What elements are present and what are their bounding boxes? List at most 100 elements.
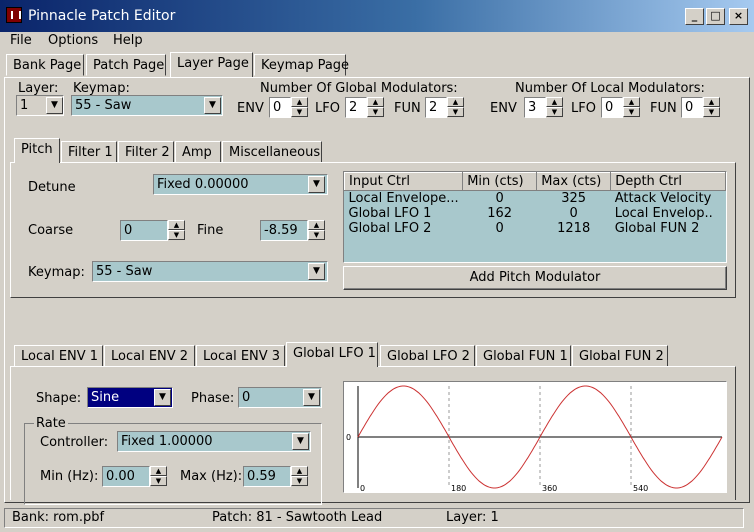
coarse-input[interactable]: 0 <box>120 220 168 241</box>
local-env-input[interactable]: 3 <box>524 97 546 118</box>
add-pitch-modulator-button[interactable]: Add Pitch Modulator <box>343 266 727 290</box>
close-icon[interactable]: × <box>729 8 748 25</box>
y-tick-label: 0 <box>346 433 351 442</box>
local-lfo-input[interactable]: 0 <box>601 97 623 118</box>
tab-global-lfo-2[interactable]: Global LFO 2 <box>380 345 475 367</box>
maximize-icon[interactable]: □ <box>706 8 725 25</box>
rate-group-label: Rate <box>34 416 68 431</box>
local-fun-input[interactable]: 0 <box>681 97 703 118</box>
global-env-spinner[interactable]: ▲ ▼ <box>291 97 308 118</box>
tab-layer-page[interactable]: Layer Page <box>170 52 253 77</box>
fine-input[interactable]: -8.59 <box>260 220 308 241</box>
detune-dropdown-icon[interactable]: ▼ <box>308 176 325 193</box>
detune-select[interactable]: Fixed 0.00000 <box>153 174 328 195</box>
app-icon <box>6 7 22 23</box>
tab-miscellaneous[interactable]: Miscellaneous <box>222 141 322 163</box>
menu-options[interactable]: Options <box>48 33 98 48</box>
global-fun-spinner[interactable]: ▲ ▼ <box>447 97 464 118</box>
menu-file[interactable]: File <box>10 33 32 48</box>
tab-keymap-page[interactable]: Keymap Page <box>254 54 349 76</box>
column-input-ctrl[interactable]: Input Ctrl <box>344 172 464 191</box>
column-max[interactable]: Max (cts) <box>536 172 612 191</box>
lfo-waveform-svg: 0 180 360 540 0 <box>346 385 723 492</box>
global-lfo-spinner[interactable]: ▲ ▼ <box>367 97 384 118</box>
detune-label: Detune <box>28 180 76 195</box>
global-fun-input[interactable]: 2 <box>425 97 447 118</box>
x-tick-label: 360 <box>542 484 557 492</box>
table-cell: 325 <box>561 191 587 206</box>
pitch-modulator-table[interactable]: Input Ctrl Min (cts) Max (cts) Depth Ctr… <box>343 171 727 263</box>
local-env-spinner[interactable]: ▲ ▼ <box>546 97 563 118</box>
pitch-keymap-label: Keymap: <box>28 265 85 280</box>
local-fun-spinner[interactable]: ▲ ▼ <box>703 97 720 118</box>
tab-global-lfo-1[interactable]: Global LFO 1 <box>286 342 378 367</box>
shape-dropdown-icon[interactable]: ▼ <box>154 389 171 406</box>
max-hz-label: Max (Hz): <box>180 469 243 484</box>
max-hz-spinner[interactable]: ▲ ▼ <box>291 466 308 487</box>
global-fun-label: FUN <box>394 101 421 116</box>
controller-dropdown-icon[interactable]: ▼ <box>292 433 309 450</box>
table-cell: Global LFO 1 <box>348 206 432 221</box>
min-hz-input[interactable]: 0.00 <box>102 466 150 487</box>
tab-local-env-2[interactable]: Local ENV 2 <box>104 345 195 367</box>
coarse-spinner[interactable]: ▲ ▼ <box>168 220 185 241</box>
window-title: Pinnacle Patch Editor <box>28 8 176 24</box>
fine-spinner[interactable]: ▲ ▼ <box>308 220 325 241</box>
local-mod-label: Number Of Local Modulators: <box>515 81 705 96</box>
global-lfo-input[interactable]: 2 <box>345 97 367 118</box>
global-env-label: ENV <box>237 101 264 116</box>
status-layer: Layer: 1 <box>446 510 499 525</box>
min-hz-label: Min (Hz): <box>40 469 99 484</box>
pitch-keymap-select[interactable]: 55 - Saw <box>92 261 328 282</box>
x-tick-label: 180 <box>451 484 466 492</box>
lfo-waveform-chart: 0 180 360 540 0 <box>343 381 727 493</box>
table-cell: 0 <box>569 206 578 221</box>
table-row[interactable]: Global LFO 2 0 1218 Global FUN 2 <box>345 221 726 236</box>
local-lfo-spinner[interactable]: ▲ ▼ <box>623 97 640 118</box>
menu-bar: File Options Help <box>0 32 754 52</box>
table-cell: Local Envelop.. <box>614 206 713 221</box>
x-tick-label: 540 <box>633 484 648 492</box>
max-hz-input[interactable]: 0.59 <box>243 466 291 487</box>
global-lfo-label: LFO <box>315 101 340 116</box>
table-cell: Local Envelope... <box>348 191 459 206</box>
layer-dropdown-icon[interactable]: ▼ <box>46 97 63 114</box>
column-min[interactable]: Min (cts) <box>462 172 538 191</box>
tab-patch-page[interactable]: Patch Page <box>86 54 166 76</box>
local-lfo-label: LFO <box>571 101 596 116</box>
shape-label: Shape: <box>36 391 82 406</box>
tab-global-fun-1[interactable]: Global FUN 1 <box>476 345 571 367</box>
column-depth-ctrl[interactable]: Depth Ctrl <box>610 172 726 191</box>
keymap-dropdown-icon[interactable]: ▼ <box>204 97 221 114</box>
phase-label: Phase: <box>191 391 235 406</box>
keymap-label: Keymap: <box>73 81 130 96</box>
tab-amp[interactable]: Amp <box>175 141 221 163</box>
controller-label: Controller: <box>40 435 109 450</box>
menu-help[interactable]: Help <box>113 33 143 48</box>
controller-select[interactable]: Fixed 1.00000 <box>117 431 311 452</box>
pitch-keymap-dropdown-icon[interactable]: ▼ <box>308 263 325 280</box>
main-tab-strip: Bank Page Patch Page Layer Page Keymap P… <box>0 52 754 78</box>
table-cell: Global LFO 2 <box>348 221 432 236</box>
tab-filter-2[interactable]: Filter 2 <box>118 141 174 163</box>
min-hz-spinner[interactable]: ▲ ▼ <box>150 466 167 487</box>
tab-global-fun-2[interactable]: Global FUN 2 <box>572 345 668 367</box>
tab-local-env-1[interactable]: Local ENV 1 <box>14 345 103 367</box>
global-env-input[interactable]: 0 <box>269 97 291 118</box>
title-bar: Pinnacle Patch Editor _ □ × <box>0 0 754 32</box>
layer-label: Layer: <box>18 81 59 96</box>
tab-local-env-3[interactable]: Local ENV 3 <box>196 345 285 367</box>
tab-pitch[interactable]: Pitch <box>14 138 60 163</box>
phase-dropdown-icon[interactable]: ▼ <box>303 389 320 406</box>
table-row[interactable]: Global LFO 1 162 0 Local Envelop.. <box>345 206 726 221</box>
minimize-icon[interactable]: _ <box>685 8 704 25</box>
local-fun-label: FUN <box>650 101 677 116</box>
status-bar: Bank: rom.pbf Patch: 81 - Sawtooth Lead … <box>0 505 754 532</box>
table-row[interactable]: Local Envelope... 0 325 Attack Velocity <box>345 191 726 206</box>
status-patch: Patch: 81 - Sawtooth Lead <box>212 510 383 525</box>
keymap-select[interactable]: 55 - Saw <box>71 95 223 116</box>
tab-filter-1[interactable]: Filter 1 <box>61 141 117 163</box>
tab-bank-page[interactable]: Bank Page <box>6 54 84 76</box>
table-cell: 1218 <box>557 221 591 236</box>
table-cell: 0 <box>495 221 504 236</box>
